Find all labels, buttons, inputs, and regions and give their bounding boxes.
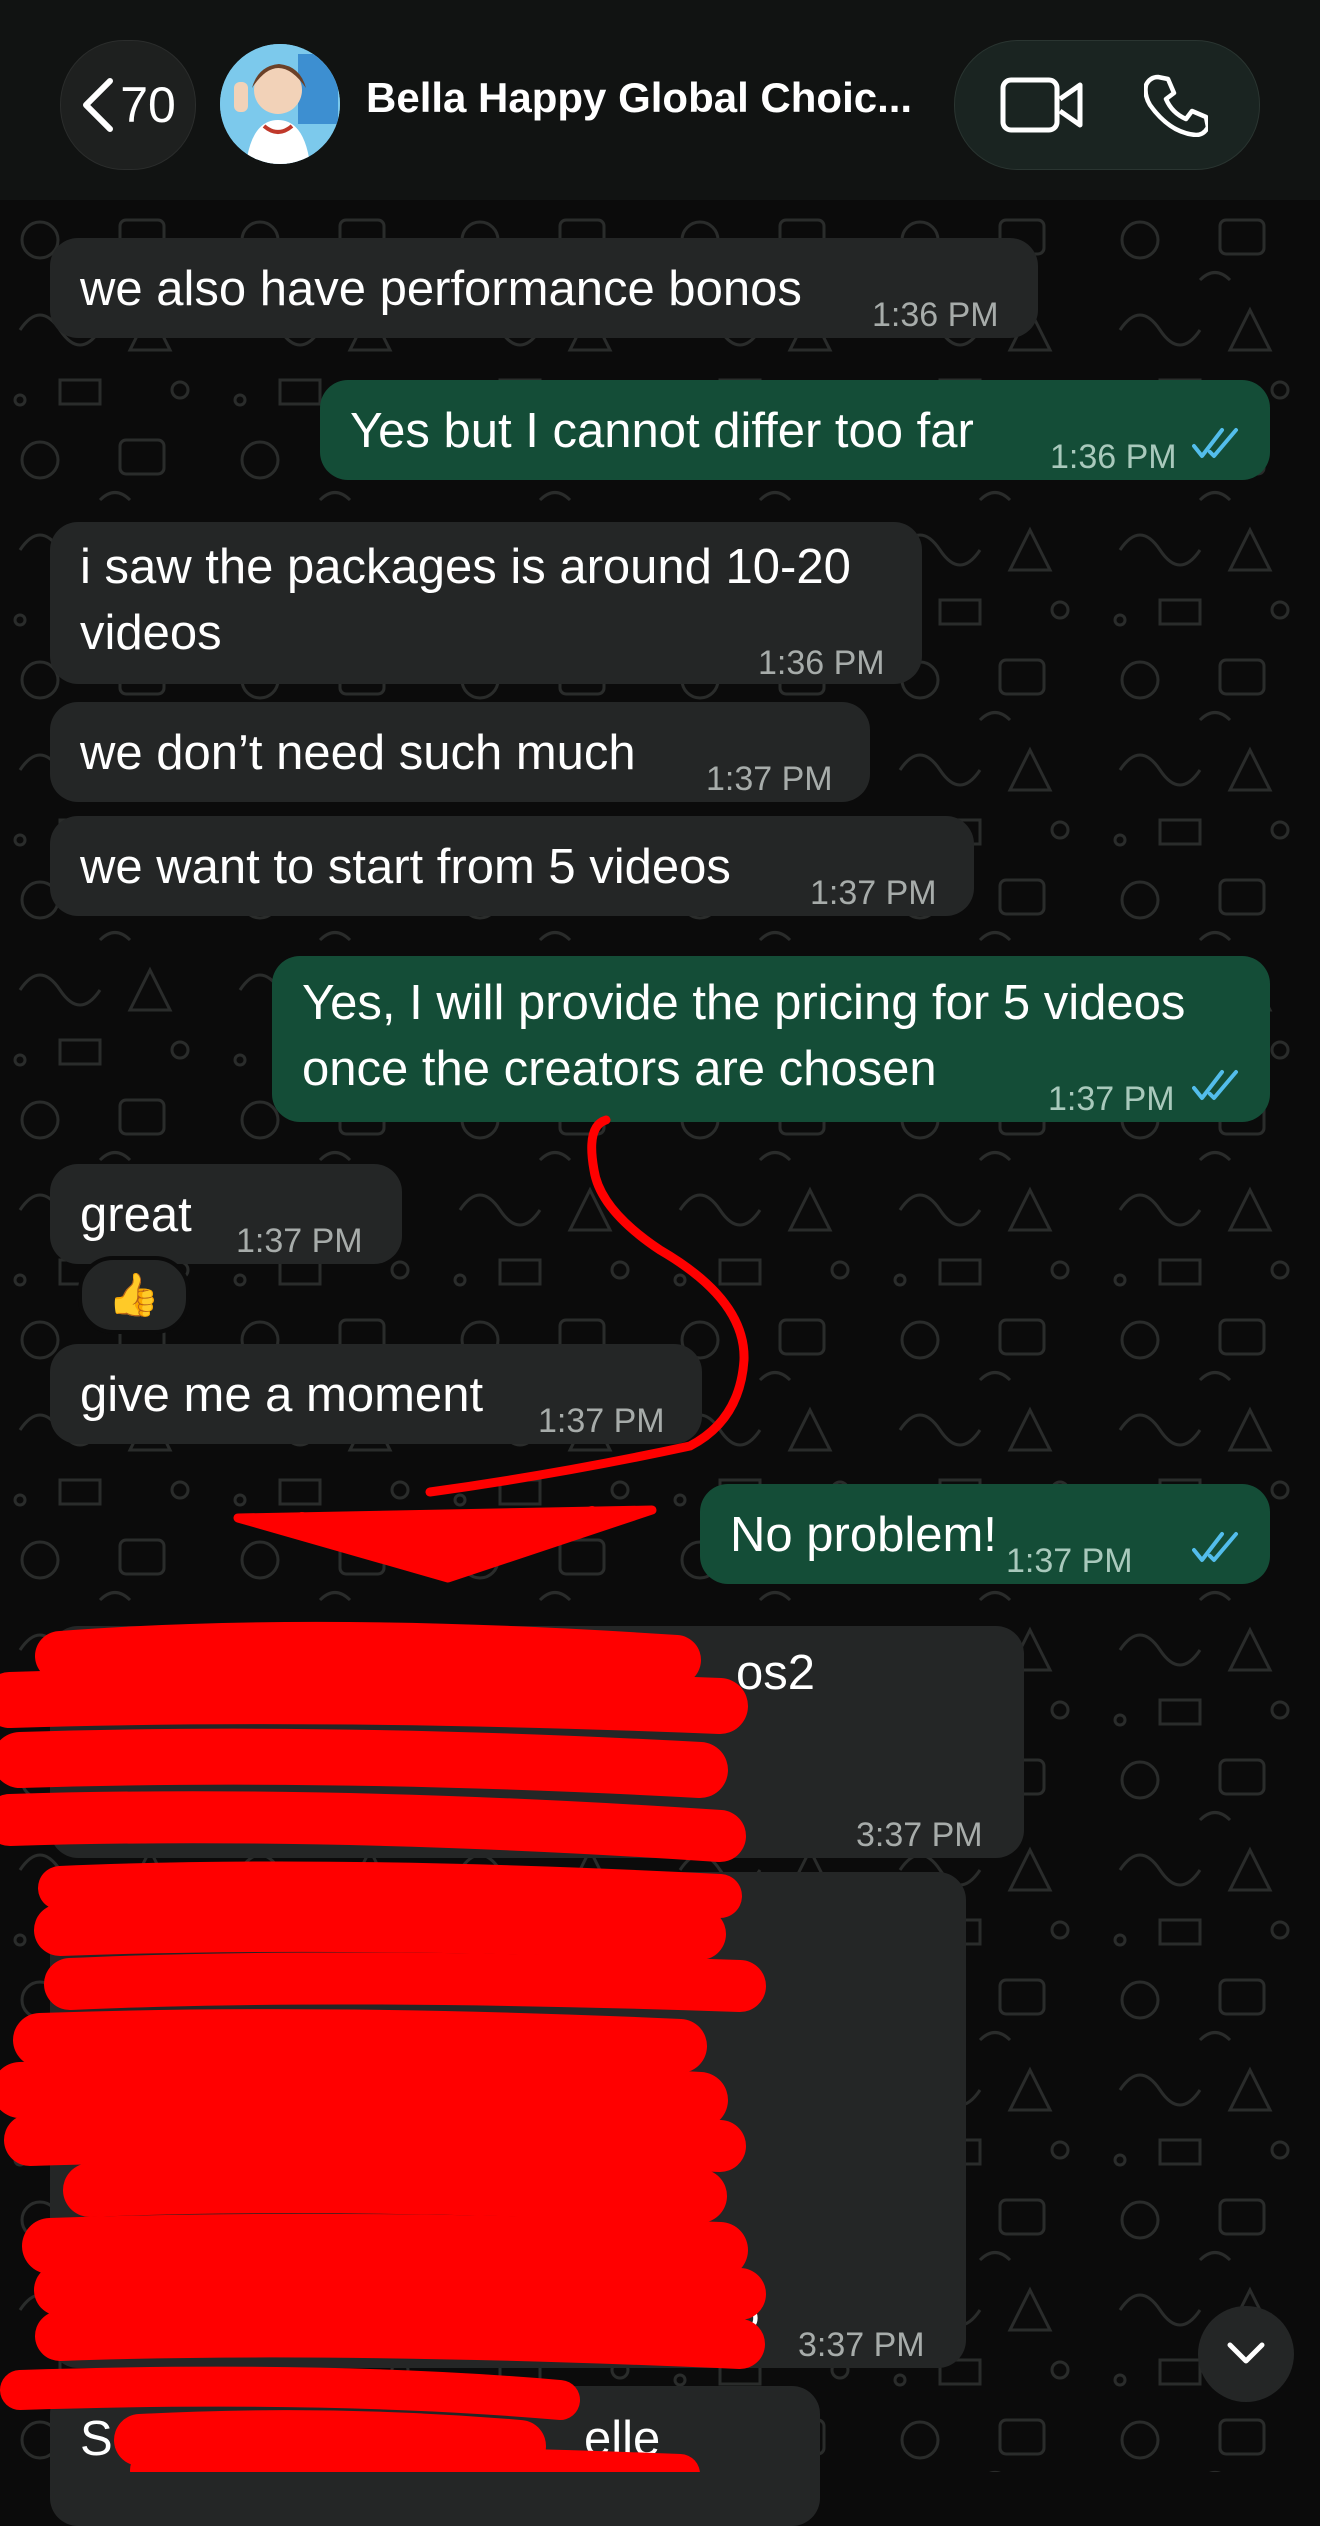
message-text-fragment: c6 bbox=[708, 2286, 760, 2340]
message-text-line: once the creators are chosen bbox=[302, 1042, 937, 1096]
message-incoming[interactable]: give me a moment 1:37 PM bbox=[50, 1344, 702, 1444]
voice-call-button[interactable] bbox=[1111, 41, 1241, 169]
unread-count: 70 bbox=[120, 77, 176, 133]
read-receipt-icon bbox=[1192, 428, 1238, 458]
chevron-left-icon bbox=[83, 78, 114, 132]
message-outgoing[interactable]: Yes but I cannot differ too far 1:36 PM bbox=[320, 380, 1270, 480]
message-outgoing[interactable]: No problem! 1:37 PM bbox=[700, 1484, 1270, 1584]
message-text-line: Yes, I will provide the pricing for 5 vi… bbox=[302, 976, 1186, 1030]
message-text-fragment: os2 bbox=[736, 1646, 816, 1700]
call-actions bbox=[954, 40, 1260, 170]
message-time: 1:36 PM bbox=[872, 296, 999, 334]
read-receipt-icon bbox=[1192, 1070, 1238, 1100]
avatar[interactable] bbox=[220, 44, 340, 164]
message-text: we also have performance bonos bbox=[80, 262, 802, 316]
message-text: No problem! bbox=[730, 1508, 997, 1562]
message-text: give me a moment bbox=[80, 1368, 484, 1422]
message-text: great bbox=[80, 1188, 192, 1242]
message-text-fragment: Ser bbox=[80, 2412, 157, 2466]
message-time: 1:37 PM bbox=[706, 760, 833, 798]
back-button[interactable]: 70 bbox=[60, 40, 196, 170]
message-incoming[interactable]: we want to start from 5 videos 1:37 PM bbox=[50, 816, 974, 916]
message-incoming[interactable]: great 1:37 PM bbox=[50, 1164, 402, 1264]
message-text-line: videos bbox=[80, 606, 222, 660]
message-time: 1:36 PM bbox=[758, 644, 885, 682]
chat-header: 70 Bella Happy Global Choic... bbox=[0, 0, 1320, 200]
reaction-badge[interactable]: 👍 bbox=[78, 1256, 190, 1334]
message-incoming-redacted[interactable]: os2 3:37 PM bbox=[50, 1626, 1024, 1858]
video-call-button[interactable] bbox=[977, 41, 1107, 169]
message-text: Yes but I cannot differ too far bbox=[350, 404, 974, 458]
message-incoming[interactable]: we don’t need such much 1:37 PM bbox=[50, 702, 870, 802]
message-time: 3:37 PM bbox=[798, 2326, 925, 2364]
phone-icon bbox=[1144, 74, 1208, 137]
message-time: 1:36 PM bbox=[1050, 438, 1177, 476]
video-camera-icon bbox=[1000, 77, 1083, 133]
scroll-to-bottom-button[interactable] bbox=[1198, 2306, 1294, 2402]
chevron-down-icon bbox=[1227, 2342, 1265, 2364]
message-time: 1:37 PM bbox=[236, 1222, 363, 1260]
thumbs-up-icon: 👍 bbox=[107, 1271, 161, 1318]
message-outgoing[interactable]: Yes, I will provide the pricing for 5 vi… bbox=[272, 956, 1270, 1122]
message-incoming[interactable]: we also have performance bonos 1:36 PM bbox=[50, 238, 1038, 338]
message-incoming-redacted[interactable]: Ser elle bbox=[50, 2386, 820, 2526]
message-time: 1:37 PM bbox=[538, 1402, 665, 1440]
message-time: 3:37 PM bbox=[856, 1816, 983, 1854]
read-receipt-icon bbox=[1192, 1532, 1238, 1562]
contact-name[interactable]: Bella Happy Global Choic... bbox=[366, 74, 926, 122]
message-incoming-redacted[interactable]: c6 3:37 PM bbox=[50, 1872, 966, 2368]
message-time: 1:37 PM bbox=[810, 874, 937, 912]
message-time: 1:37 PM bbox=[1048, 1080, 1175, 1118]
message-text-fragment: elle bbox=[584, 2412, 661, 2466]
message-text-line: i saw the packages is around 10-20 bbox=[80, 540, 851, 594]
message-time: 1:37 PM bbox=[1006, 1542, 1133, 1580]
message-text: we don’t need such much bbox=[80, 726, 636, 780]
message-incoming[interactable]: i saw the packages is around 10-20 video… bbox=[50, 522, 922, 684]
message-text: we want to start from 5 videos bbox=[80, 840, 731, 894]
